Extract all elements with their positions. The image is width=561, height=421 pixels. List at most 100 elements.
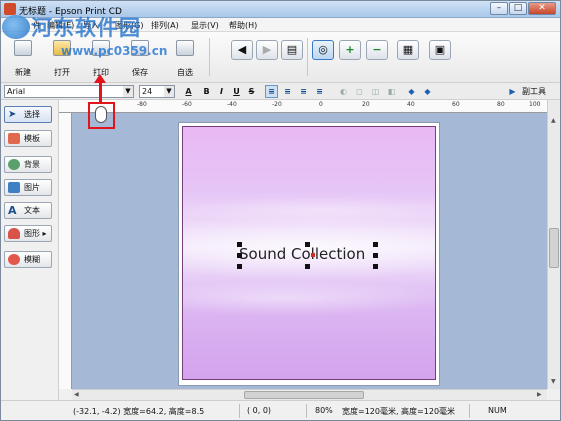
shape-label: 图形 ▸: [24, 229, 47, 238]
image-label: 图片: [24, 183, 40, 192]
bold-button[interactable]: B: [200, 85, 213, 98]
vertical-scrollbar[interactable]: ▲ ▼: [547, 100, 560, 389]
ruler-tick-label: 40: [407, 101, 415, 108]
ruler-tick-label: -40: [227, 101, 237, 108]
resize-handle[interactable]: [237, 242, 242, 247]
redo-icon: ▶: [262, 43, 272, 56]
align-right-button[interactable]: ≡: [297, 85, 310, 98]
resize-handle[interactable]: [373, 242, 378, 247]
arc-text-button[interactable]: ◐: [337, 85, 350, 98]
chevron-down-icon: ▼: [123, 86, 133, 97]
blur-tool[interactable]: 模糊: [4, 251, 52, 268]
background-tool[interactable]: 背景: [4, 156, 52, 173]
status-size: 宽度=120毫米, 高度=120毫米: [342, 407, 456, 416]
redo-button[interactable]: ▶: [256, 40, 278, 60]
save-button[interactable]: 保存: [123, 36, 157, 80]
maximize-button[interactable]: □: [509, 2, 527, 15]
font-select[interactable]: Arial ▼: [4, 85, 134, 98]
resize-handle[interactable]: [305, 242, 310, 247]
ruler-tick-label: 0: [319, 101, 323, 108]
ruler-tick-label: 60: [452, 101, 460, 108]
background-icon: [8, 159, 20, 170]
ungroup-button[interactable]: ◧: [385, 85, 398, 98]
grid-icon: ▦: [402, 43, 414, 56]
annotation-arrow-line: [99, 81, 102, 102]
watermark-url: www.pc0359.cn: [61, 44, 168, 58]
resize-handle[interactable]: [305, 264, 310, 269]
zoom-in-button[interactable]: +: [339, 40, 361, 60]
status-divider: [239, 404, 240, 418]
flip-button[interactable]: ◆: [405, 85, 418, 98]
menu-arrange[interactable]: 排列(A): [151, 20, 179, 31]
ruler-tick-label: 80: [497, 101, 505, 108]
image-tool[interactable]: 图片: [4, 179, 52, 196]
underline-button[interactable]: U: [230, 85, 243, 98]
resize-handle[interactable]: [373, 264, 378, 269]
shape-tool[interactable]: 图形 ▸: [4, 225, 52, 242]
annotation-arrow-head: [94, 74, 106, 83]
template-icon: [8, 133, 20, 144]
toolbar-separator: [307, 38, 308, 76]
menu-help[interactable]: 帮助(H): [229, 20, 257, 31]
rotation-handle[interactable]: [311, 253, 315, 257]
rotate-button[interactable]: ◆: [421, 85, 434, 98]
scroll-left-icon[interactable]: ◀: [74, 391, 79, 398]
menu-view[interactable]: 显示(V): [191, 20, 219, 31]
window-button[interactable]: ▣: [429, 40, 451, 60]
disc-view-button[interactable]: ◎: [312, 40, 334, 60]
italic-button[interactable]: I: [215, 85, 228, 98]
design-canvas[interactable]: Sound Collection: [72, 113, 547, 389]
horizontal-scrollbar[interactable]: ◀ ▶: [72, 389, 547, 400]
align-center-button[interactable]: ≡: [281, 85, 294, 98]
resize-handle[interactable]: [237, 253, 242, 258]
status-divider: [469, 404, 470, 418]
status-bar: (-32.1, -4.2) 宽度=64.2, 高度=8.5 ( 0, 0) 80…: [1, 400, 560, 420]
justify-button[interactable]: ≡: [313, 85, 326, 98]
cd-label-page: Sound Collection: [179, 123, 439, 385]
shape-button[interactable]: ◻: [353, 85, 366, 98]
label-text[interactable]: Sound Collection: [239, 245, 365, 263]
new-button[interactable]: 新建: [6, 36, 40, 80]
side-panel-label[interactable]: 副工具: [522, 86, 546, 97]
size-select[interactable]: 24 ▼: [139, 85, 175, 98]
ruler-tick-label: -60: [182, 101, 192, 108]
font-color-button[interactable]: A: [182, 85, 195, 98]
image-icon: [8, 182, 20, 193]
mouse-icon: [95, 106, 107, 123]
ruler-tick-label: 20: [362, 101, 370, 108]
zoom-out-button[interactable]: −: [366, 40, 388, 60]
group-button[interactable]: ◫: [369, 85, 382, 98]
layer-button[interactable]: ▤: [281, 40, 303, 60]
zoom-out-icon: −: [372, 43, 382, 56]
scroll-up-icon[interactable]: ▲: [551, 117, 556, 124]
background-artwork[interactable]: Sound Collection: [182, 126, 436, 380]
blur-icon: [8, 254, 20, 265]
template-tool[interactable]: 模板: [4, 130, 52, 147]
new-label: 新建: [15, 68, 31, 77]
chevron-down-icon: ▼: [164, 86, 174, 97]
text-tool[interactable]: A 文本: [4, 202, 52, 219]
resize-handle[interactable]: [373, 253, 378, 258]
select-tool[interactable]: ➤ 选择: [4, 106, 52, 123]
custom-button[interactable]: 自选: [168, 36, 202, 80]
align-left-button[interactable]: ≡: [265, 85, 278, 98]
scroll-right-icon[interactable]: ▶: [537, 391, 542, 398]
app-icon: [4, 3, 16, 15]
close-button[interactable]: ✕: [528, 2, 556, 15]
horizontal-scroll-thumb[interactable]: [244, 391, 364, 399]
blur-label: 模糊: [24, 255, 40, 264]
grid-button[interactable]: ▦: [397, 40, 419, 60]
strike-button[interactable]: S: [245, 85, 258, 98]
zoom-in-icon: +: [345, 43, 355, 56]
scroll-down-icon[interactable]: ▼: [551, 378, 556, 385]
save-label: 保存: [132, 68, 148, 77]
format-bar: Arial ▼ 24 ▼ A B I U S ≡ ≡ ≡ ≡ ◐ ◻ ◫ ◧ ◆…: [1, 83, 560, 100]
shape-icon: [8, 228, 20, 239]
horizontal-ruler: -80 -60 -40 -20 0 20 40 60 80 100: [59, 100, 547, 113]
undo-button[interactable]: ◀: [231, 40, 253, 60]
minimize-button[interactable]: –: [490, 2, 508, 15]
vertical-scroll-thumb[interactable]: [549, 228, 559, 268]
status-divider: [306, 404, 307, 418]
resize-handle[interactable]: [237, 264, 242, 269]
open-button[interactable]: 打开: [45, 36, 79, 80]
